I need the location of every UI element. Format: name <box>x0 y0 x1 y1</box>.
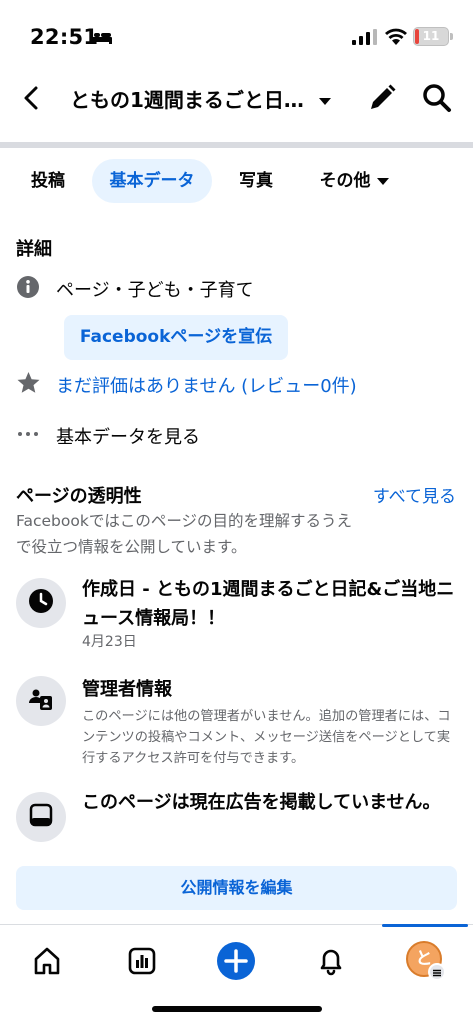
header-divider <box>0 142 473 148</box>
wifi-icon <box>384 26 408 50</box>
page-header: ともの1週間まるごと日記&ご当地ニュース情報局！！ <box>0 70 473 142</box>
battery-tip <box>450 33 453 40</box>
notifications-bell-icon[interactable] <box>311 941 351 981</box>
see-all-link[interactable]: すべて見る <box>373 482 456 507</box>
home-icon[interactable] <box>27 941 67 981</box>
created-date-value: 4月23日 <box>82 634 137 650</box>
tab-basic-data[interactable]: 基本データ <box>92 159 212 203</box>
clock-icon-container <box>16 578 66 628</box>
transparency-description: Facebookではこのページの目的を理解するうえで役立つ情報を公開しています。 <box>16 512 353 556</box>
tab-bar: 投稿 基本データ 写真 その他 <box>0 156 473 206</box>
chevron-down-icon <box>376 159 389 203</box>
clock-icon <box>28 588 54 618</box>
page-title[interactable]: ともの1週間まるごと日記&ご当地ニュース情報局！！ <box>70 86 310 114</box>
created-date-title: 作成日 - ともの1週間まるごと日記&ご当地ニュース情報局！！ <box>82 579 455 629</box>
active-tab-indicator <box>382 924 468 927</box>
admin-info-title: 管理者情報 <box>82 679 172 700</box>
create-plus-icon[interactable] <box>216 941 256 981</box>
edit-public-info-button[interactable]: 公開情報を編集 <box>16 866 457 910</box>
tab-posts[interactable]: 投稿 <box>18 159 78 203</box>
see-basic-data-link[interactable]: 基本データを見る <box>56 423 200 449</box>
details-heading: 詳細 <box>16 239 52 260</box>
signal-icon <box>352 29 378 49</box>
ads-icon <box>29 803 53 831</box>
dashboard-icon[interactable] <box>122 941 162 981</box>
page-category: ページ・子ども・子育て <box>56 280 254 301</box>
promote-page-button[interactable]: Facebookページを宣伝 <box>64 315 288 360</box>
battery-indicator: 11 <box>413 27 449 46</box>
ads-status-title: このページは現在広告を掲載していません。 <box>82 792 441 813</box>
tab-more[interactable]: その他 <box>304 159 404 203</box>
tab-more-label: その他 <box>319 171 371 191</box>
info-icon <box>16 275 40 303</box>
rating-link[interactable]: まだ評価はありません (レビュー0件) <box>56 372 357 398</box>
battery-level: 11 <box>422 29 440 43</box>
star-icon <box>16 371 41 399</box>
admin-icon-container <box>16 676 66 726</box>
chevron-down-icon[interactable] <box>318 92 332 111</box>
pencil-icon[interactable] <box>366 82 398 118</box>
back-icon[interactable] <box>18 84 46 116</box>
more-dots-icon <box>16 424 40 448</box>
bed-icon <box>89 29 113 49</box>
ads-icon-container <box>16 792 66 842</box>
transparency-heading: ページの透明性 <box>16 486 142 507</box>
tab-photos[interactable]: 写真 <box>226 159 286 203</box>
menu-badge-icon <box>428 963 446 981</box>
search-icon[interactable] <box>421 82 453 118</box>
home-indicator-bar <box>152 1006 322 1012</box>
admin-icon <box>28 686 54 716</box>
admin-info-description: このページには他の管理者がいません。追加の管理者には、コンテンツの投稿やコメント… <box>82 709 451 766</box>
status-bar: 22:51 11 <box>0 0 473 70</box>
